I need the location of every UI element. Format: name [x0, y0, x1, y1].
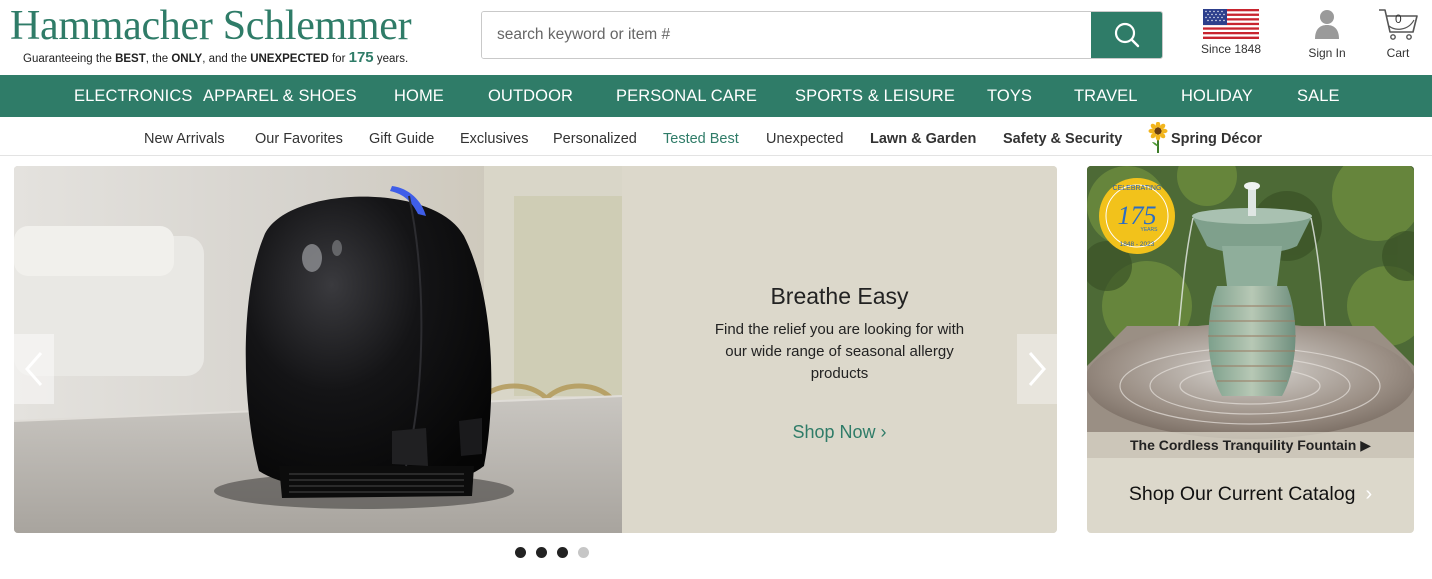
carousel-prev-button[interactable]	[14, 334, 54, 404]
chevron-right-icon	[1028, 352, 1046, 386]
hero-carousel: Breathe Easy Find the relief you are loo…	[14, 166, 1057, 533]
hero-title: Breathe Easy	[770, 283, 909, 309]
nav-apparel-shoes[interactable]: APPAREL & SHOES	[203, 75, 357, 117]
svg-text:175: 175	[1118, 201, 1157, 230]
search-input[interactable]	[482, 12, 1092, 58]
subnav-gift-guide[interactable]: Gift Guide	[369, 117, 434, 156]
fountain-image-link[interactable]: CELEBRATING 175 YEARS 1848 - 2023	[1087, 166, 1414, 458]
user-icon	[1315, 10, 1339, 39]
us-flag-icon	[1203, 9, 1259, 39]
shop-catalog-label: Shop Our Current Catalog	[1128, 483, 1356, 505]
fountain-caption-link[interactable]: The Cordless Tranquility Fountain ▶	[1087, 432, 1414, 458]
nav-personal-care[interactable]: PERSONAL CARE	[616, 75, 757, 117]
subnav-our-favorites[interactable]: Our Favorites	[255, 117, 343, 156]
nav-outdoor[interactable]: OUTDOOR	[488, 75, 573, 117]
hero-shop-now-link[interactable]: Shop Now ›	[622, 422, 1057, 443]
search-button[interactable]	[1091, 12, 1162, 58]
sunflower-icon	[1148, 121, 1168, 159]
nav-electronics[interactable]: ELECTRONICS	[74, 75, 192, 117]
subnav-safety-security[interactable]: Safety & Security	[1003, 117, 1122, 156]
since-label: Since 1848	[1200, 42, 1262, 56]
sign-in-link[interactable]: Sign In	[1302, 6, 1352, 60]
catalog-promo: CELEBRATING 175 YEARS 1848 - 2023 The Co…	[1087, 166, 1414, 533]
logo-tagline: Guaranteeing the BEST, the ONLY, and the…	[23, 49, 409, 66]
hero-description: Find the relief you are looking for with…	[714, 321, 965, 382]
site-header: Hammacher Schlemmer Guaranteeing the BES…	[0, 0, 1432, 75]
sub-nav: New Arrivals Our Favorites Gift Guide Ex…	[0, 117, 1432, 156]
nav-holiday[interactable]: HOLIDAY	[1181, 75, 1253, 117]
cart-link[interactable]: 0 Cart	[1373, 6, 1423, 60]
shop-catalog-link[interactable]: Shop Our Current Catalog ›	[1087, 458, 1414, 533]
carousel-dot-1[interactable]	[515, 547, 526, 558]
carousel-dot-3[interactable]	[557, 547, 568, 558]
175-years-badge: CELEBRATING 175 YEARS 1848 - 2023	[1099, 178, 1175, 254]
carousel-dots	[515, 547, 589, 559]
search-icon	[1114, 22, 1139, 48]
hero-image-air-purifier[interactable]	[14, 166, 622, 533]
subnav-lawn-garden[interactable]: Lawn & Garden	[870, 117, 976, 156]
cart-label: Cart	[1386, 46, 1410, 60]
subnav-personalized[interactable]: Personalized	[553, 117, 637, 156]
subnav-tested-best[interactable]: Tested Best	[663, 117, 739, 156]
svg-text:CELEBRATING: CELEBRATING	[1113, 185, 1162, 192]
svg-text:1848 - 2023: 1848 - 2023	[1120, 241, 1155, 248]
cart-count: 0	[1395, 12, 1402, 26]
carousel-dot-2[interactable]	[536, 547, 547, 558]
subnav-new-arrivals[interactable]: New Arrivals	[144, 117, 225, 156]
logo-name: Hammacher Schlemmer	[10, 3, 412, 49]
chevron-right-icon: ›	[1365, 483, 1373, 505]
hero-text-panel: Breathe Easy Find the relief you are loo…	[622, 166, 1057, 533]
nav-sports-leisure[interactable]: SPORTS & LEISURE	[795, 75, 955, 117]
main-nav: ELECTRONICS APPAREL & SHOES HOME OUTDOOR…	[0, 75, 1432, 117]
search-bar	[481, 11, 1163, 59]
subnav-unexpected[interactable]: Unexpected	[766, 117, 843, 156]
chevron-left-icon	[25, 352, 43, 386]
since-1848-link[interactable]: Since 1848	[1196, 6, 1266, 56]
nav-sale[interactable]: SALE	[1297, 75, 1340, 117]
nav-toys[interactable]: TOYS	[987, 75, 1032, 117]
nav-home[interactable]: HOME	[394, 75, 444, 117]
site-logo[interactable]: Hammacher Schlemmer Guaranteeing the BES…	[10, 4, 450, 66]
svg-text:YEARS: YEARS	[1141, 227, 1159, 233]
carousel-next-button[interactable]	[1017, 334, 1057, 404]
carousel-dot-4[interactable]	[578, 547, 589, 558]
subnav-exclusives[interactable]: Exclusives	[460, 117, 529, 156]
fountain-image: CELEBRATING 175 YEARS 1848 - 2023	[1087, 166, 1414, 458]
sign-in-label: Sign In	[1308, 46, 1346, 60]
nav-travel[interactable]: TRAVEL	[1074, 75, 1138, 117]
subnav-spring-decor[interactable]: Spring Décor	[1171, 117, 1262, 156]
air-purifier-image	[14, 166, 622, 533]
